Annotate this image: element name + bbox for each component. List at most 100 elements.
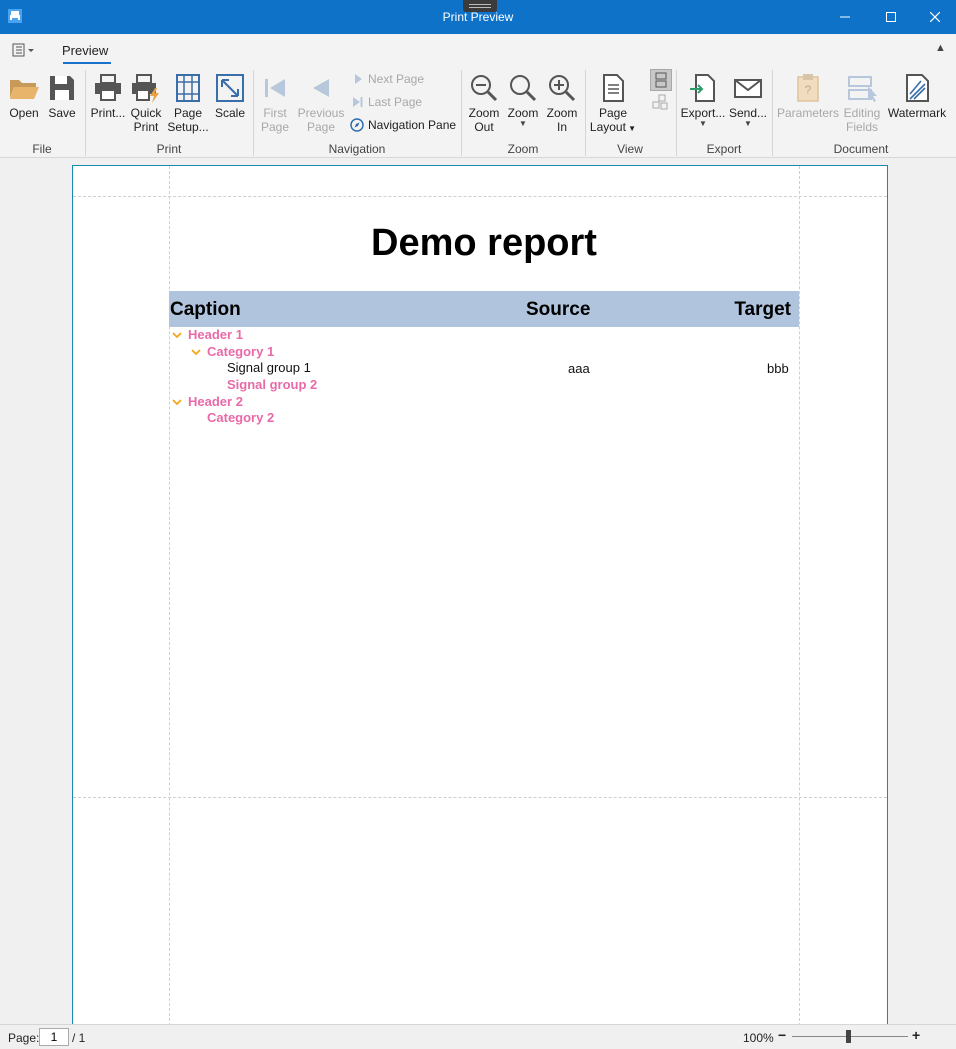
next-page-button[interactable]: Next Page	[352, 72, 424, 86]
column-header-band: Caption Source Target	[169, 291, 799, 327]
chevron-down-icon[interactable]	[191, 347, 201, 357]
parameters-clipboard-icon: ?	[797, 74, 819, 102]
tree-row-header-1: Header 1	[172, 326, 243, 343]
group-label-view: View	[617, 142, 643, 156]
page-setup-button[interactable]: Page Setup...	[166, 72, 210, 134]
multi-page-view-toggle[interactable]	[650, 93, 672, 113]
document-preview-area[interactable]: Demo report Caption Source Target Header…	[0, 159, 956, 1024]
editing-fields-button[interactable]: Editing Fields	[840, 72, 884, 134]
last-page-button[interactable]: Last Page	[352, 95, 422, 109]
navigation-pane-button[interactable]: Navigation Pane	[350, 118, 456, 132]
watermark-button[interactable]: Watermark	[886, 72, 948, 120]
zoom-slider-thumb[interactable]	[846, 1030, 851, 1043]
next-page-icon	[355, 74, 362, 84]
open-folder-icon	[10, 80, 39, 99]
print-button[interactable]: Print...	[90, 72, 126, 120]
window-title: Print Preview	[442, 10, 514, 24]
scale-button[interactable]: Scale	[212, 72, 248, 120]
zoom-in-button[interactable]: Zoom In	[543, 72, 581, 134]
single-page-view-toggle[interactable]	[650, 69, 672, 91]
page-setup-icon	[176, 74, 200, 102]
minimize-button[interactable]	[822, 0, 868, 34]
chevron-down-icon[interactable]	[172, 397, 182, 407]
editing-fields-label-1: Editing	[843, 106, 881, 120]
group-label-export: Export	[706, 142, 742, 156]
group-label-navigation: Navigation	[328, 142, 386, 156]
quick-print-button[interactable]: Quick Print	[128, 72, 164, 134]
target-cell: bbb	[767, 361, 789, 376]
previous-page-icon	[313, 79, 329, 97]
editing-fields-icon	[848, 76, 877, 102]
parameters-button[interactable]: ? Parameters	[776, 72, 840, 120]
quick-print-label-2: Print	[133, 120, 159, 134]
tree-row-label: Signal group 1	[227, 360, 311, 375]
collapse-ribbon-icon[interactable]: ▲	[935, 42, 946, 54]
group-label-zoom: Zoom	[507, 142, 539, 156]
zoom-label: Zoom	[507, 106, 539, 120]
zoom-plus-button[interactable]: +	[912, 1027, 920, 1043]
send-button[interactable]: Send... ▼	[727, 72, 769, 128]
first-page-label-1: First	[263, 106, 287, 120]
export-label: Export...	[680, 106, 726, 120]
editing-fields-label-2: Fields	[845, 120, 878, 134]
first-page-label-2: Page	[260, 120, 290, 134]
tree-row-header-2: Header 2	[172, 393, 243, 410]
open-label: Open	[9, 106, 39, 120]
application-menu-icon[interactable]	[10, 41, 36, 59]
previous-page-label-2: Page	[306, 120, 336, 134]
dropdown-arrow-icon: ▼	[519, 119, 527, 128]
print-label: Print...	[90, 106, 126, 120]
first-page-icon	[265, 79, 285, 97]
zoom-dropdown-button[interactable]: Zoom ▼	[504, 72, 542, 128]
tab-preview[interactable]: Preview	[62, 43, 108, 58]
previous-page-button[interactable]: Previous Page	[296, 72, 346, 134]
report-page: Demo report Caption Source Target Header…	[72, 165, 888, 1024]
next-page-label: Next Page	[368, 72, 425, 86]
save-button[interactable]: Save	[46, 72, 78, 120]
margin-guide-top	[73, 196, 887, 197]
quick-print-label-1: Quick	[130, 106, 162, 120]
title-bar: Print Preview	[0, 0, 956, 34]
close-button[interactable]	[912, 0, 956, 34]
tree-row-category-1: Category 1	[191, 343, 274, 360]
page-layout-dropdown-icon: ▼	[625, 124, 637, 133]
page-layout-label-1: Page	[598, 106, 628, 120]
watermark-label: Watermark	[887, 106, 947, 120]
page-layout-icon	[603, 74, 624, 102]
first-page-button[interactable]: First Page	[258, 72, 292, 134]
save-disk-icon	[50, 76, 74, 100]
tree-row-signal-group-2: Signal group 2	[227, 376, 317, 393]
zoom-out-label-1: Zoom	[468, 106, 500, 120]
watermark-icon	[906, 74, 929, 102]
open-button[interactable]: Open	[6, 72, 42, 120]
group-label-document: Document	[833, 142, 889, 156]
page-layout-label-2: Layout	[589, 120, 626, 134]
zoom-out-button[interactable]: Zoom Out	[465, 72, 503, 134]
page-number-label: Page:	[8, 1031, 40, 1045]
chevron-down-icon[interactable]	[172, 330, 182, 340]
source-cell: aaa	[568, 361, 590, 376]
report-title: Demo report	[371, 222, 597, 264]
group-label-print: Print	[156, 142, 182, 156]
zoom-in-icon	[549, 75, 576, 102]
status-bar: Page: / 1 100% − +	[0, 1024, 956, 1049]
page-setup-label-1: Page	[173, 106, 203, 120]
tree-row-signal-group-1: Signal group 1	[227, 359, 311, 376]
parameters-label: Parameters	[776, 106, 840, 120]
page-layout-button[interactable]: Page Layout ▼	[589, 72, 637, 136]
scale-icon	[216, 74, 244, 102]
send-label: Send...	[728, 106, 768, 120]
maximize-button[interactable]	[868, 0, 914, 34]
tree-row-label: Header 1	[188, 327, 243, 342]
zoom-minus-button[interactable]: −	[778, 1027, 786, 1043]
last-page-label: Last Page	[368, 95, 423, 109]
export-button[interactable]: Export... ▼	[680, 72, 726, 128]
ribbon-tab-strip: Preview ▲	[0, 34, 956, 64]
page-number-input[interactable]	[39, 1028, 69, 1046]
group-label-file: File	[32, 142, 52, 156]
zoom-level: 100%	[743, 1031, 774, 1045]
previous-page-label-1: Previous	[297, 106, 345, 120]
ribbon: Open Save File Print... Quick Print Page…	[0, 64, 956, 158]
close-icon	[930, 12, 940, 22]
compass-icon	[350, 118, 364, 132]
